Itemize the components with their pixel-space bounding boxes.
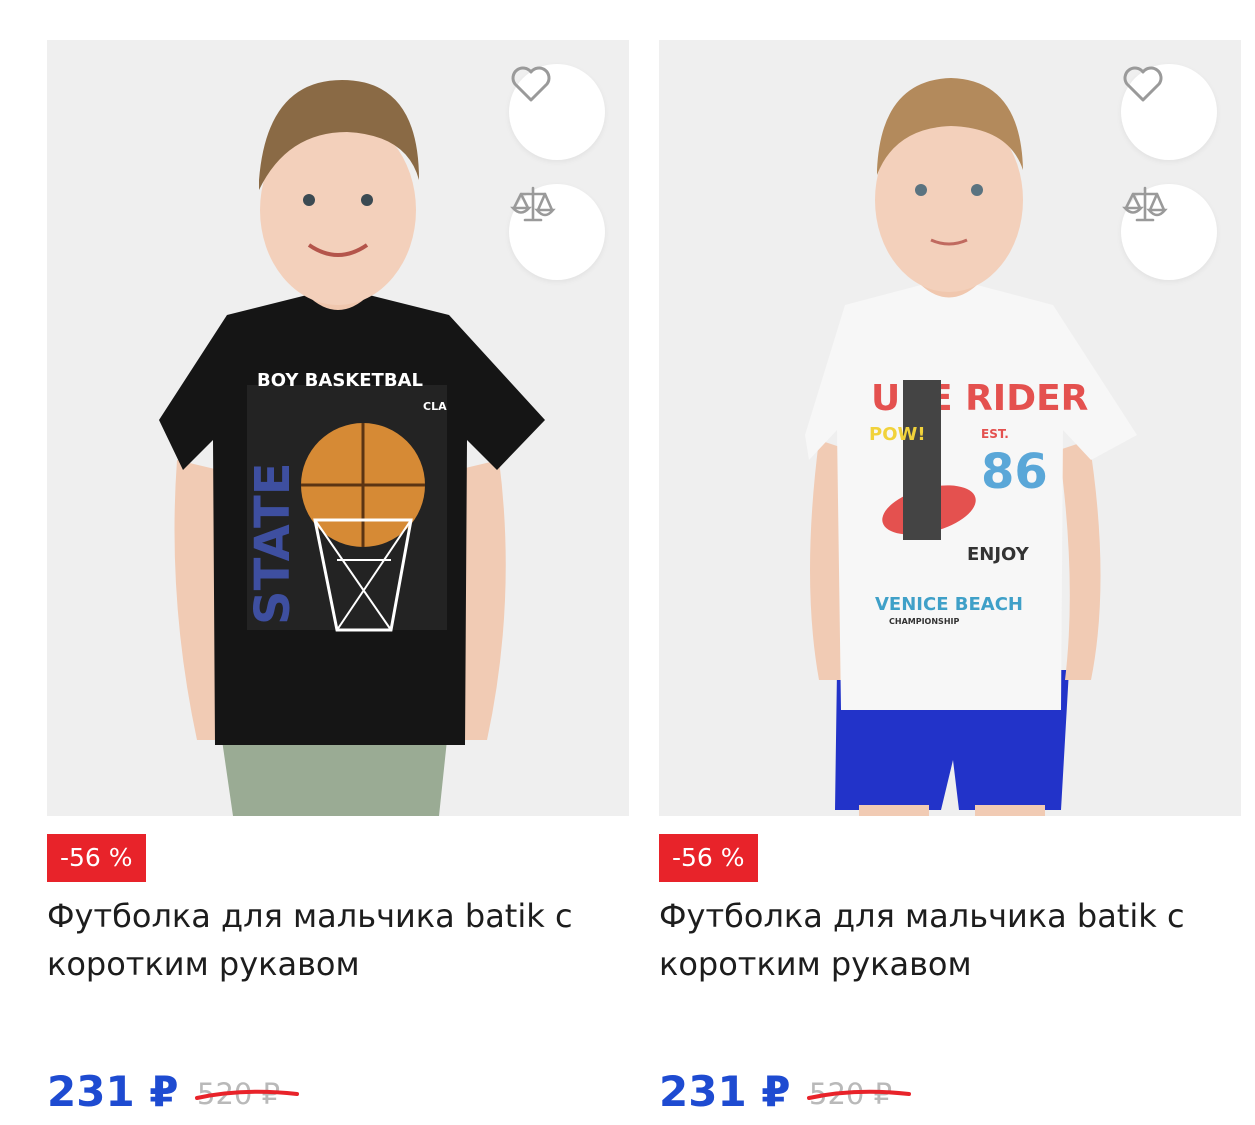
svg-text:BOY BASKETBAL: BOY BASKETBAL (257, 370, 423, 391)
svg-text:VENICE BEACH: VENICE BEACH (875, 594, 1023, 615)
product-photo[interactable]: BOY BASKETBAL CLA STATE (47, 40, 629, 816)
scales-icon (510, 186, 556, 222)
svg-text:CHAMPIONSHIP: CHAMPIONSHIP (889, 617, 959, 626)
product-card[interactable]: URE RIDER POW! EST. 86 ENJOY VENICE BEAC… (659, 40, 1241, 1125)
svg-text:86: 86 (981, 444, 1048, 500)
favorite-button[interactable] (1121, 64, 1217, 160)
svg-text:CLA: CLA (423, 400, 447, 413)
scales-icon (1122, 186, 1168, 222)
svg-text:ENJOY: ENJOY (967, 544, 1030, 565)
product-title[interactable]: Футболка для мальчика batik с коротким р… (47, 892, 629, 988)
heart-icon (1123, 66, 1163, 102)
current-price: 231 ₽ (47, 1067, 179, 1116)
current-price: 231 ₽ (659, 1067, 791, 1116)
strikethrough-line (807, 1089, 911, 1100)
strikethrough-line (195, 1089, 299, 1100)
svg-text:EST.: EST. (981, 427, 1009, 441)
compare-button[interactable] (509, 184, 605, 280)
favorite-button[interactable] (509, 64, 605, 160)
discount-badge: -56 % (659, 834, 758, 882)
product-photo[interactable]: URE RIDER POW! EST. 86 ENJOY VENICE BEAC… (659, 40, 1241, 816)
discount-badge: -56 % (47, 834, 146, 882)
product-title[interactable]: Футболка для мальчика batik с коротким р… (659, 892, 1241, 988)
product-card[interactable]: BOY BASKETBAL CLA STATE -56 % Футболка д… (47, 40, 629, 1125)
svg-text:POW!: POW! (869, 424, 926, 445)
svg-text:STATE: STATE (245, 462, 301, 625)
heart-icon (511, 66, 551, 102)
compare-button[interactable] (1121, 184, 1217, 280)
